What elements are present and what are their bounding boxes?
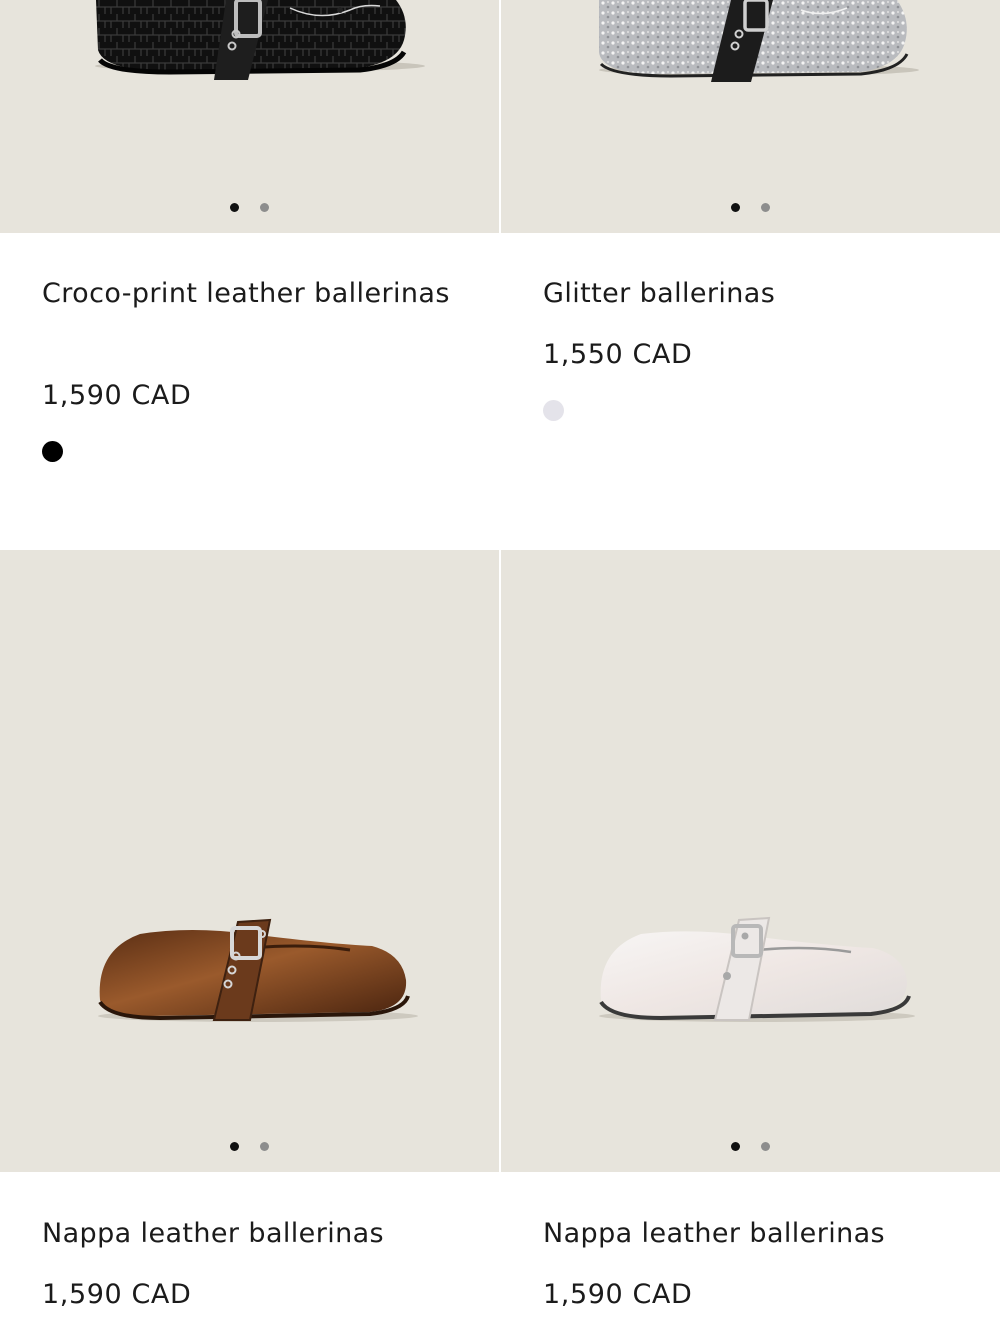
product-name[interactable]: Glitter ballerinas <box>543 274 963 314</box>
carousel-dot-2[interactable] <box>260 203 269 212</box>
product-price: 1,590 CAD <box>42 380 192 411</box>
product-image[interactable] <box>0 550 499 1172</box>
carousel-dots <box>501 203 1000 212</box>
carousel-dot-1[interactable] <box>731 1142 740 1151</box>
carousel-dot-1[interactable] <box>230 203 239 212</box>
white-nappa-ballerina-image <box>599 916 915 1022</box>
carousel-dot-2[interactable] <box>260 1142 269 1151</box>
brown-nappa-ballerina-image <box>98 918 418 1022</box>
product-name[interactable]: Croco-print leather ballerinas <box>42 274 462 314</box>
product-price: 1,590 CAD <box>42 1279 192 1310</box>
product-name[interactable]: Nappa leather ballerinas <box>543 1214 963 1254</box>
product-image[interactable] <box>501 550 1000 1172</box>
carousel-dot-1[interactable] <box>230 1142 239 1151</box>
carousel-dot-2[interactable] <box>761 203 770 212</box>
color-swatch-black[interactable] <box>42 441 63 462</box>
carousel-dots <box>0 203 499 212</box>
product-image[interactable] <box>0 0 499 233</box>
carousel-dots <box>501 1142 1000 1151</box>
product-price: 1,550 CAD <box>543 339 693 370</box>
carousel-dot-1[interactable] <box>731 203 740 212</box>
product-image[interactable] <box>501 0 1000 233</box>
silver-glitter-ballerina-image <box>599 0 919 82</box>
product-name[interactable]: Nappa leather ballerinas <box>42 1214 462 1254</box>
color-swatch-silver[interactable] <box>543 400 564 421</box>
black-croco-ballerina-image <box>95 0 425 80</box>
carousel-dot-2[interactable] <box>761 1142 770 1151</box>
carousel-dots <box>0 1142 499 1151</box>
product-price: 1,590 CAD <box>543 1279 693 1310</box>
